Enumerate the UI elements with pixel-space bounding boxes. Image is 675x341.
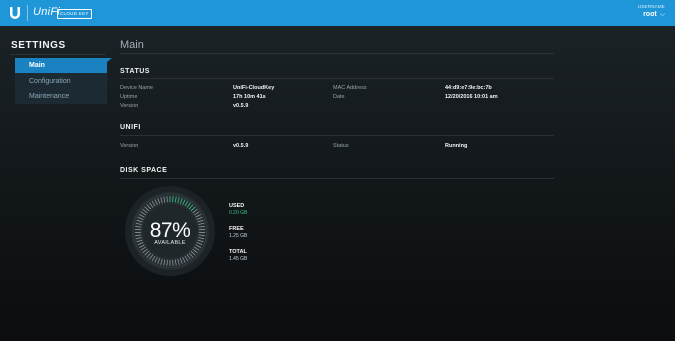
sidebar-nav: Main Configuration Maintenance — [15, 58, 107, 104]
sidebar-item-configuration[interactable]: Configuration — [15, 74, 107, 89]
date-label: Date — [333, 94, 345, 100]
total-label: TOTAL — [229, 249, 247, 255]
sidebar-item-main[interactable]: Main — [15, 58, 107, 73]
gauge-tick-used — [172, 196, 174, 203]
status-divider — [120, 78, 554, 79]
mac-address-label: MAC Address — [333, 85, 367, 91]
title-divider — [120, 53, 554, 54]
disk-section-title: DISK SPACE — [120, 167, 168, 174]
uptime-label: Uptime — [120, 94, 138, 100]
user-menu[interactable]: root ⌵ — [643, 11, 665, 19]
uptime-value: 17h 10m 41s — [233, 94, 266, 100]
active-item-indicator — [107, 58, 112, 62]
sidebar-divider — [10, 54, 106, 55]
gauge-tick-free — [166, 196, 168, 203]
total-value: 1.45 GB — [229, 256, 248, 262]
ubiquiti-logo-icon — [10, 7, 20, 19]
unifi-version-label: Version — [120, 143, 139, 149]
unifi-status-value: Running — [445, 143, 468, 149]
status-version-label: Version — [120, 103, 139, 109]
page-title: Main — [120, 39, 144, 51]
top-bar: UniFi CLOUD KEY USERNAME root ⌵ — [0, 0, 675, 26]
date-value: 12/20/2016 10:01 am — [445, 94, 498, 100]
disk-divider — [120, 178, 554, 179]
used-label: USED — [229, 203, 245, 209]
status-section-title: STATUS — [120, 68, 150, 75]
unifi-section-title: UNIFI — [120, 124, 141, 131]
available-label: AVAILABLE — [154, 240, 186, 246]
gauge-tick-free — [172, 259, 174, 266]
unifi-divider — [120, 135, 554, 136]
sidebar-item-maintenance[interactable]: Maintenance — [15, 89, 107, 104]
device-name-value: UniFi-CloudKey — [233, 85, 275, 91]
chevron-down-icon: ⌵ — [659, 11, 665, 18]
cloud-key-badge: CLOUD KEY — [57, 9, 92, 19]
username-label: USERNAME — [637, 4, 665, 9]
gauge-tick-free — [166, 259, 168, 266]
free-label: FREE — [229, 226, 244, 232]
free-value: 1.25 GB — [229, 233, 248, 239]
status-version-value: v0.5.9 — [233, 103, 249, 109]
user-name-text: root — [643, 11, 657, 18]
device-name-label: Device Name — [120, 85, 154, 91]
sidebar-title: SETTINGS — [11, 40, 66, 51]
unifi-version-value: v0.5.9 — [233, 143, 249, 149]
topbar-divider — [27, 5, 28, 21]
unifi-status-label: Status — [333, 143, 349, 149]
used-value: 0.20 GB — [229, 210, 248, 216]
mac-address-value: 44:d9:e7:9e:bc:7b — [445, 85, 492, 91]
